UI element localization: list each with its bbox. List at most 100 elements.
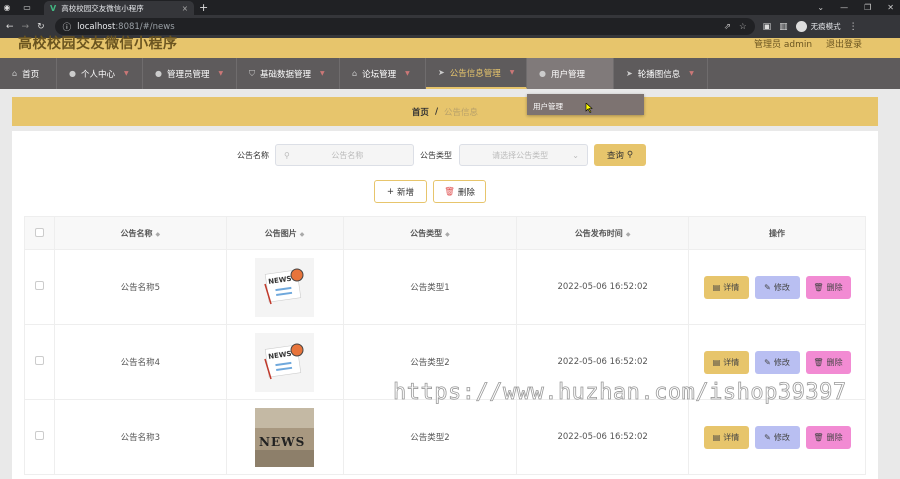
nav-item-home[interactable]: ⌂ 首页 [0,58,57,89]
edit-button[interactable]: ✎ 修改 [754,425,800,449]
row-checkbox[interactable] [34,431,44,440]
trash-icon: 🗑 [813,432,824,442]
notice-image[interactable]: NEWS [255,407,315,467]
tab-title: 高校校园交友微信小程序 [61,3,144,13]
header-label: 公告图片 [264,228,297,238]
nav-item-forum[interactable]: ⌂ 论坛管理 ▼ [340,58,426,89]
profile-button[interactable]: 无痕模式 [795,21,841,32]
reload-icon[interactable]: ↻ [37,22,45,32]
url-host: localhost [77,21,116,32]
window-controls: ⌄ — ❐ ✕ [817,0,894,15]
sort-icon[interactable]: ◆ [155,231,160,238]
table-row: 公告名称4 NEWS 公告类型2 2022-05-06 16:52:02 ▤ 详… [24,324,866,400]
chevron-down-icon[interactable]: ⌄ [817,3,824,12]
type-label: 公告类型 [420,151,452,160]
breadcrumb-home[interactable]: 首页 [412,106,429,118]
notice-table: 公告名称 ◆ 公告图片 ◆ 公告类型 ◆ 公告发布时间 ◆ 操作 公告名称5 NEWS [24,216,866,475]
close-icon[interactable]: ✕ [887,3,894,12]
edit-button[interactable]: ✎ 修改 [754,350,800,374]
detail-button[interactable]: ▤ 详情 [703,275,749,299]
send-icon: ➤ [438,68,445,77]
notice-image-cell: NEWS [225,399,344,475]
chevron-down-icon: ▼ [405,70,410,77]
add-button[interactable]: + 新增 [374,180,427,203]
logout-link[interactable]: 退出登录 [826,37,862,50]
delete-button[interactable]: 🗑 删除 [805,350,851,374]
mouse-pointer-icon [585,103,593,113]
more-icon[interactable]: ⋮ [849,22,858,32]
minimize-icon[interactable]: — [840,3,848,12]
app-title: 高校校园交友微信小程序 [18,36,178,52]
nav-item-admin[interactable]: ● 管理员管理 ▼ [143,58,237,89]
nav-item-personal[interactable]: ● 个人中心 ▼ [57,58,143,89]
browser-menu-icon[interactable]: ◉ [0,0,14,15]
pencil-icon: ✎ [764,357,771,367]
search-icon: ⚲ [626,150,634,160]
svg-text:NEWS: NEWS [259,435,305,449]
delete-button[interactable]: 🗑 删除 [805,275,851,299]
row-select-cell [24,324,55,400]
actions-cell: ▤ 详情 ✎ 修改 🗑 删除 [688,399,866,475]
vue-logo-icon: V [50,3,57,13]
batch-delete-button[interactable]: 🗑 删除 [433,180,486,203]
trash-icon: 🗑 [444,186,455,197]
breadcrumb-separator: / [434,106,439,117]
sidebar-icon[interactable]: ▥ [779,22,788,32]
browser-tab[interactable]: V 高校校园交友微信小程序 × [44,1,194,15]
nav-item-users[interactable]: ● 用户管理 [527,58,614,89]
row-checkbox[interactable] [34,281,44,290]
header-label: 公告名称 [120,228,153,238]
detail-button[interactable]: ▤ 详情 [703,425,749,449]
edit-label: 修改 [773,432,790,442]
name-label: 公告名称 [237,151,269,160]
sort-icon[interactable]: ◆ [445,231,450,238]
document-icon: ▤ [712,432,721,442]
edit-label: 修改 [773,282,790,292]
share-icon[interactable]: ⇗ [724,22,731,32]
sort-icon[interactable]: ◆ [626,231,631,238]
type-select[interactable]: 请选择公告类型 ⌄ [459,144,588,166]
query-button[interactable]: 查询 ⚲ [594,144,646,166]
forward-icon[interactable]: → [22,22,30,32]
nav-item-basic-data[interactable]: ⛉ 基础数据管理 ▼ [237,58,340,89]
select-all-checkbox[interactable] [34,227,44,237]
type-placeholder: 请选择公告类型 [492,150,549,160]
detail-button[interactable]: ▤ 详情 [703,350,749,374]
window-icon[interactable]: ▭ [20,0,34,15]
url-path: :8081/#/news [115,21,175,32]
notice-type: 公告类型2 [342,324,518,400]
column-header[interactable]: 公告名称 ◆ [53,216,227,250]
delete-label: 删除 [826,357,843,367]
notice-image[interactable]: NEWS [255,257,315,317]
column-header[interactable]: 公告发布时间 ◆ [516,216,689,250]
notice-image[interactable]: NEWS [255,332,315,392]
new-tab-button[interactable]: + [199,1,208,14]
name-search-input[interactable]: ⚲ 公告名称 [275,144,414,166]
chevron-down-icon: ▼ [124,70,129,77]
search-form: 公告名称 ⚲ 公告名称 公告类型 请选择公告类型 ⌄ 查询 ⚲ [12,144,878,166]
browser-tab-bar: ◉ ▭ V 高校校园交友微信小程序 × + ⌄ — ❐ ✕ [0,0,900,15]
back-icon[interactable]: ← [6,22,14,32]
star-icon[interactable]: ☆ [739,22,747,32]
column-header[interactable]: 公告图片 ◆ [225,216,344,250]
maximize-icon[interactable]: ❐ [864,3,871,12]
notice-name: 公告名称5 [53,249,227,325]
info-icon[interactable]: ⓘ [63,21,72,33]
document-icon: ▤ [712,282,721,292]
nav-item-notice[interactable]: ➤ 公告信息管理 ▼ [426,58,527,89]
edit-button[interactable]: ✎ 修改 [754,275,800,299]
nav-item-carousel[interactable]: ➤ 轮播图信息 ▼ [614,58,708,89]
extension-icon[interactable]: ▣ [763,22,772,32]
column-header[interactable]: 公告类型 ◆ [342,216,518,250]
chevron-down-icon: ⌄ [572,150,579,160]
home-icon: ⌂ [12,69,18,78]
nav-label: 用户管理 [550,69,585,80]
breadcrumb-current: 公告信息 [444,107,479,118]
shield-icon: ⛉ [249,68,255,78]
actions-cell: ▤ 详情 ✎ 修改 🗑 删除 [688,249,866,325]
nav-label: 个人中心 [80,69,115,80]
sort-icon[interactable]: ◆ [300,231,305,238]
delete-button[interactable]: 🗑 删除 [805,425,851,449]
row-checkbox[interactable] [34,356,44,365]
tab-close-icon[interactable]: × [182,4,188,13]
